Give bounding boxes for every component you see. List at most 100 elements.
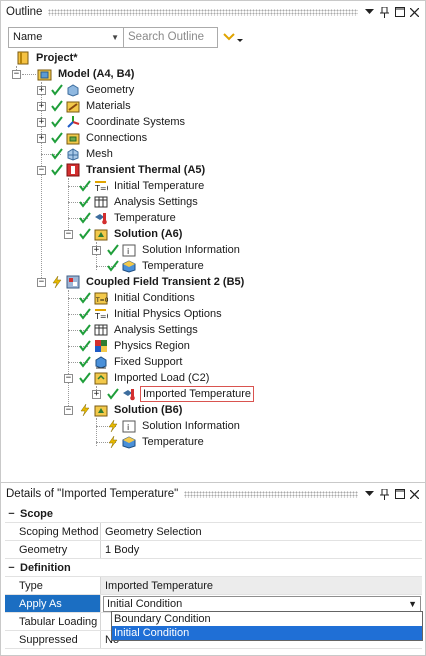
tree-item-model[interactable]: Model (A4, B4)	[36, 66, 136, 82]
svg-text:T=0: T=0	[94, 312, 108, 321]
dropdown-icon[interactable]	[364, 489, 375, 500]
tree-item-cft-physics-region[interactable]: Physics Region	[79, 338, 192, 354]
tree-item-transient-thermal[interactable]: Transient Thermal (A5)	[51, 162, 207, 178]
check-icon	[79, 196, 91, 208]
details-title: Details of "Imported Temperature"	[6, 488, 179, 500]
solution-information-icon: i	[107, 242, 138, 258]
tree-item-cft-solution-information[interactable]: i Solution Information	[108, 418, 242, 434]
tree-item-tt-solution-temperature[interactable]: Temperature	[107, 258, 206, 274]
collapse-toggle[interactable]: −	[37, 166, 46, 175]
section-scope[interactable]: − Scope	[5, 505, 422, 523]
svg-text:i: i	[127, 423, 129, 432]
maximize-icon[interactable]	[394, 489, 405, 500]
check-icon	[51, 132, 63, 144]
tree-item-cft-solution-temperature[interactable]: Temperature	[108, 434, 206, 450]
tree-item-connections[interactable]: Connections	[51, 130, 149, 146]
filter-combo[interactable]: Name ▼	[8, 26, 124, 48]
collapse-section-icon[interactable]: −	[6, 562, 17, 574]
pin-icon[interactable]	[379, 6, 390, 18]
svg-text:T=0: T=0	[94, 184, 108, 193]
tree-item-coordinate-systems[interactable]: Coordinate Systems	[51, 114, 187, 130]
solution-icon	[80, 402, 110, 418]
tree-item-tt-solution[interactable]: Solution (A6)	[79, 226, 184, 242]
check-icon	[79, 292, 91, 304]
tree-item-cft-initial-physics-options[interactable]: T=0 Initial Physics Options	[79, 306, 224, 322]
tree-item-tt-solution-information[interactable]: i Solution Information	[107, 242, 242, 258]
analysis-settings-icon	[79, 322, 110, 338]
search-input[interactable]: Search Outline	[124, 26, 218, 48]
option-initial-condition[interactable]: Initial Condition	[112, 626, 422, 640]
tree-item-coupled-field-transient[interactable]: Coupled Field Transient 2 (B5)	[52, 274, 246, 290]
tree-item-tt-initial-temperature[interactable]: T=0 Initial Temperature	[79, 178, 206, 194]
tree-item-cft-fixed-support[interactable]: Fixed Support	[79, 354, 184, 370]
coupled-field-icon	[52, 274, 82, 290]
solution-icon	[79, 226, 110, 242]
transient-thermal-icon	[51, 162, 82, 178]
expand-toggle[interactable]: +	[37, 86, 46, 95]
analysis-settings-icon	[79, 194, 110, 210]
tree-item-tt-analysis-settings[interactable]: Analysis Settings	[79, 194, 200, 210]
tree-item-cft-imported-load[interactable]: Imported Load (C2)	[79, 370, 211, 386]
tree-item-project[interactable]: Project*	[14, 50, 80, 66]
check-icon	[51, 164, 63, 176]
check-icon	[51, 84, 63, 96]
chevron-down-icon[interactable]: ▼	[408, 599, 417, 609]
model-icon	[36, 66, 54, 82]
check-icon	[79, 228, 91, 240]
row-scoping-method[interactable]: Scoping Method Geometry Selection	[5, 523, 422, 541]
apply-as-dropdown[interactable]: Initial Condition ▼	[103, 595, 421, 612]
svg-text:i: i	[127, 247, 129, 256]
tree-item-cft-initial-conditions[interactable]: T=0 Initial Conditions	[79, 290, 197, 306]
tree-item-cft-imported-temperature[interactable]: Imported Temperature	[107, 386, 255, 402]
physics-region-icon	[79, 338, 110, 354]
expand-toggle[interactable]: +	[37, 102, 46, 111]
close-icon[interactable]	[409, 7, 420, 18]
details-pane-header: Details of "Imported Temperature"	[1, 483, 425, 505]
expand-toggle[interactable]: +	[37, 118, 46, 127]
collapse-toggle[interactable]: −	[12, 70, 21, 79]
tree-item-tt-temperature[interactable]: Temperature	[79, 210, 178, 226]
tree-item-mesh[interactable]: Mesh	[51, 146, 115, 162]
title-dots	[48, 9, 358, 16]
geometry-icon	[51, 82, 82, 98]
check-icon	[79, 180, 91, 192]
svg-text:T=0: T=0	[95, 297, 108, 304]
close-icon[interactable]	[409, 489, 420, 500]
outline-pane-header: Outline	[1, 1, 425, 23]
tree-item-geometry[interactable]: Geometry	[51, 82, 136, 98]
outline-title: Outline	[6, 6, 43, 18]
tree-item-cft-solution[interactable]: Solution (B6)	[80, 402, 184, 418]
expand-toggle[interactable]: +	[37, 134, 46, 143]
filter-options-button[interactable]	[222, 27, 244, 48]
expand-toggle[interactable]: +	[92, 246, 101, 255]
lightning-icon	[108, 420, 118, 432]
collapse-toggle[interactable]: −	[64, 374, 73, 383]
maximize-icon[interactable]	[394, 7, 405, 18]
pin-icon[interactable]	[379, 488, 390, 500]
materials-icon	[51, 98, 82, 114]
expand-toggle[interactable]: +	[92, 390, 101, 399]
option-boundary-condition[interactable]: Boundary Condition	[112, 612, 422, 626]
tree-item-materials[interactable]: Materials	[51, 98, 133, 114]
check-icon	[107, 244, 119, 256]
temperature-result-icon	[108, 434, 138, 450]
row-geometry[interactable]: Geometry 1 Body	[5, 541, 422, 559]
apply-as-dropdown-list[interactable]: Boundary Condition Initial Condition	[111, 611, 423, 641]
tree-item-cft-analysis-settings[interactable]: Analysis Settings	[79, 322, 200, 338]
lightning-icon	[52, 276, 62, 288]
dropdown-icon[interactable]	[364, 7, 375, 18]
section-definition[interactable]: − Definition	[5, 559, 422, 577]
collapse-section-icon[interactable]: −	[6, 508, 17, 520]
solution-information-icon: i	[108, 418, 138, 434]
check-icon	[107, 388, 119, 400]
lightning-icon	[80, 404, 90, 416]
collapse-toggle[interactable]: −	[64, 230, 73, 239]
collapse-toggle[interactable]: −	[64, 406, 73, 415]
collapse-toggle[interactable]: −	[37, 278, 46, 287]
check-icon	[79, 324, 91, 336]
imported-temperature-icon	[107, 386, 138, 402]
check-icon	[107, 260, 119, 272]
check-icon	[79, 356, 91, 368]
initial-physics-options-icon: T=0	[79, 306, 110, 322]
project-icon	[14, 50, 32, 66]
